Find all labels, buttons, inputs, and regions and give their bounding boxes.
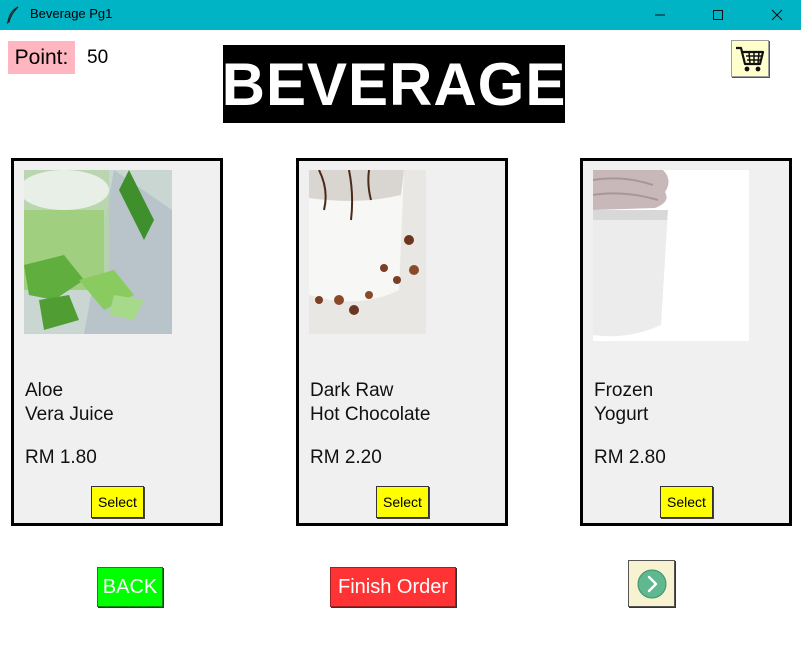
hot-chocolate-photo [309, 170, 426, 334]
minimize-button[interactable] [637, 0, 683, 30]
back-button[interactable]: BACK [97, 567, 163, 607]
product-name: Dark Raw Hot Chocolate [310, 380, 431, 425]
arrow-right-circle-icon [637, 569, 666, 598]
point-label: Point: [8, 41, 75, 74]
window-title: Beverage Pg1 [30, 6, 113, 21]
point-value: 50 [87, 47, 109, 68]
product-price: RM 2.80 [594, 447, 666, 468]
frozen-yogurt-photo [593, 170, 749, 341]
select-button[interactable]: Select [660, 486, 713, 518]
feather-icon [6, 6, 20, 24]
select-button[interactable]: Select [376, 486, 429, 518]
cart-icon [736, 46, 765, 71]
product-card-frozen-yogurt: Frozen Yogurt RM 2.80 Select [580, 158, 792, 526]
maximize-icon [713, 10, 723, 20]
page-title: BEVERAGE [222, 45, 565, 123]
product-card-hot-chocolate: Dark Raw Hot Chocolate RM 2.20 Select [296, 158, 508, 526]
close-icon [771, 9, 783, 21]
product-name: Aloe Vera Juice [25, 380, 114, 425]
minimize-icon [655, 14, 665, 16]
close-button[interactable] [754, 0, 800, 30]
window-titlebar: Beverage Pg1 [0, 0, 801, 30]
cart-button[interactable] [731, 40, 769, 77]
maximize-button[interactable] [695, 0, 741, 30]
select-button[interactable]: Select [91, 486, 144, 518]
product-price: RM 1.80 [25, 447, 97, 468]
next-page-button[interactable] [628, 560, 675, 607]
finish-order-button[interactable]: Finish Order [330, 567, 456, 607]
product-card-aloe-vera: Aloe Vera Juice RM 1.80 Select [11, 158, 223, 526]
aloe-vera-photo [24, 170, 172, 334]
product-name: Frozen Yogurt [594, 380, 654, 425]
product-price: RM 2.20 [310, 447, 382, 468]
